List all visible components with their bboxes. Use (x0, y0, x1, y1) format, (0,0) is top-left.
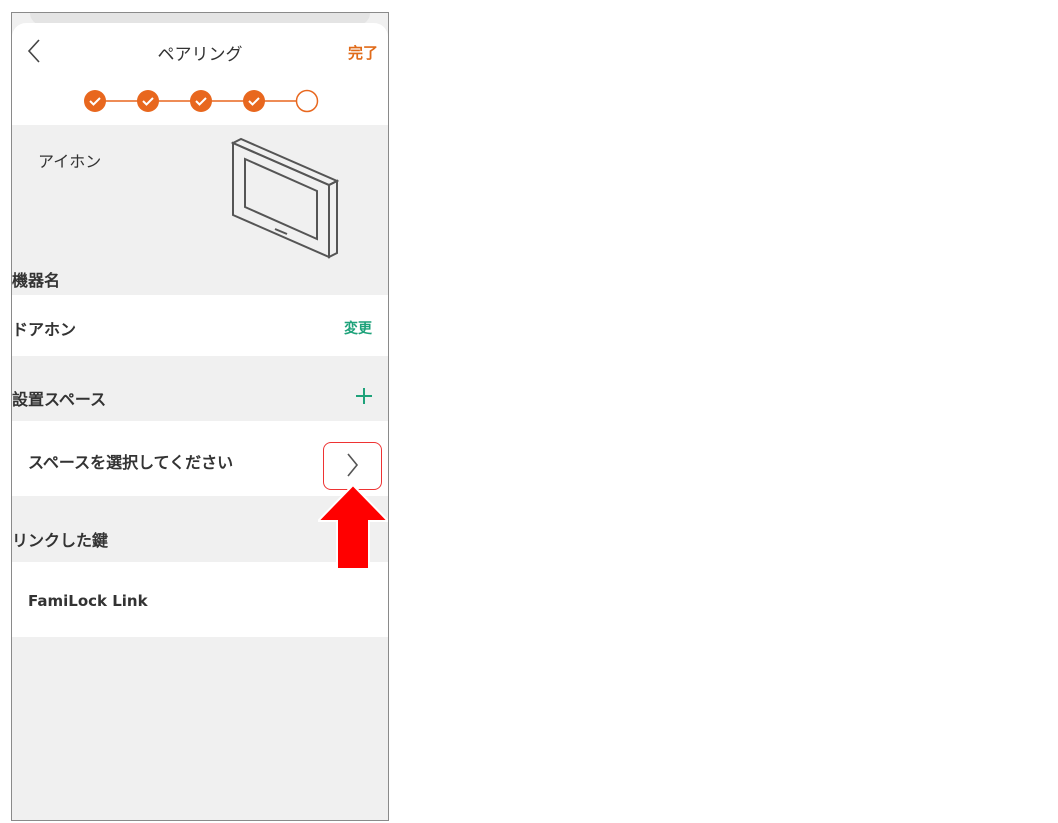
done-button[interactable]: 完了 (348, 42, 378, 63)
install-space-section-label: 設置スペース (12, 390, 107, 409)
device-type-label: アイホン (38, 152, 102, 171)
page-title: ペアリング (157, 45, 243, 65)
chevron-right-icon (347, 453, 359, 477)
intercom-monitor-icon (230, 137, 339, 259)
plus-icon (356, 388, 372, 404)
phone-screen: ペアリング 完了 アイホン 機器名 ドアホン 変更 設置スペース スペースを選択… (11, 12, 389, 821)
space-select-chevron-button[interactable] (323, 442, 382, 490)
header-bar: ペアリング 完了 (12, 35, 388, 67)
space-select-prompt: スペースを選択してください (28, 453, 234, 472)
change-name-button[interactable]: 変更 (344, 318, 372, 338)
step-4-complete (243, 90, 265, 112)
step-2-complete (137, 90, 159, 112)
device-name-value: ドアホン (12, 320, 77, 339)
linked-lock-value: FamiLock Link (28, 592, 148, 610)
step-3-complete (190, 90, 212, 112)
red-arrow-annotation (318, 485, 388, 569)
progress-stepper (84, 89, 319, 113)
step-5-current (295, 89, 319, 113)
step-1-complete (84, 90, 106, 112)
add-space-button[interactable] (352, 384, 376, 408)
linked-lock-section-label: リンクした鍵 (12, 531, 109, 550)
